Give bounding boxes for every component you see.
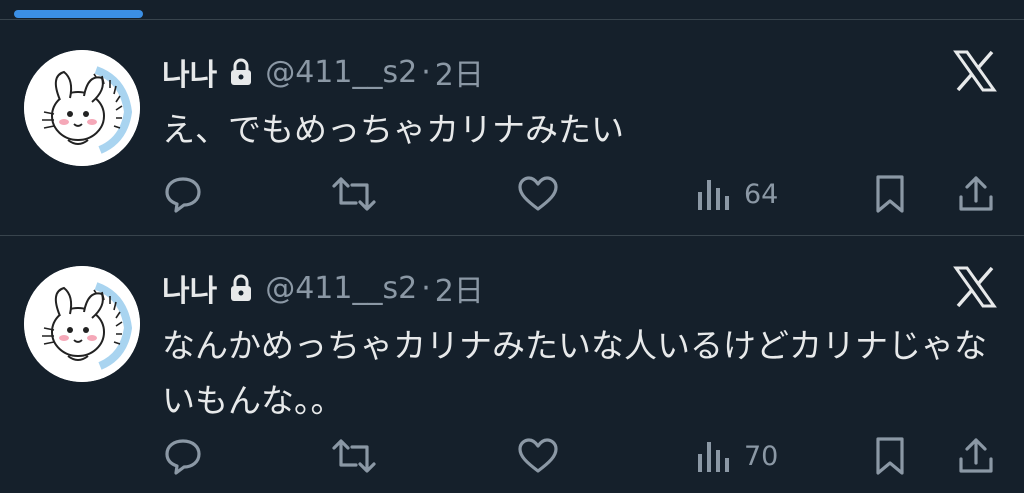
reply-button[interactable] <box>162 436 204 476</box>
views-icon <box>698 442 729 472</box>
bookmark-button[interactable] <box>872 436 908 476</box>
x-logo-icon <box>952 48 998 94</box>
view-count: 64 <box>744 178 779 210</box>
lock-icon <box>227 57 255 87</box>
tweet-header: 나나 @411__s2 · 2日 <box>162 50 484 94</box>
tweet-text: なんかめっちゃカリナみたいな人いるけどカリナじゃないもんな。。 <box>162 326 987 420</box>
share-icon <box>959 438 993 473</box>
handle[interactable]: @411__s2 <box>265 271 417 306</box>
tweet-header: 나나 @411__s2 · 2日 <box>162 266 484 310</box>
tweet-text: え、でもめっちゃカリナみたい <box>162 110 624 149</box>
display-name[interactable]: 나나 <box>162 50 217 94</box>
timestamp[interactable]: 2日 <box>435 50 484 94</box>
avatar-image <box>24 50 140 166</box>
retweet-icon <box>332 439 376 473</box>
timestamp[interactable]: 2日 <box>435 266 484 310</box>
heart-icon <box>518 438 558 473</box>
separator: · <box>421 270 431 306</box>
bookmark-button[interactable] <box>872 174 908 214</box>
views-icon <box>698 180 729 210</box>
view-count: 70 <box>744 440 779 472</box>
reply-icon <box>165 439 201 475</box>
handle[interactable]: @411__s2 <box>265 55 417 90</box>
action-bar: 64 <box>0 170 1024 220</box>
lock-icon <box>227 273 255 303</box>
like-button[interactable] <box>516 174 560 214</box>
bookmark-icon <box>876 437 904 475</box>
avatar[interactable] <box>24 266 140 382</box>
views-button[interactable]: 64 <box>694 174 778 214</box>
retweet-icon <box>332 177 376 211</box>
like-button[interactable] <box>516 436 560 476</box>
bookmark-icon <box>876 175 904 213</box>
tweet[interactable]: 나나 @411__s2 · 2日 え、でもめっちゃカリナみたい 64 <box>0 20 1024 235</box>
views-button[interactable]: 70 <box>694 436 778 476</box>
retweet-button[interactable] <box>330 174 378 214</box>
tweet[interactable]: 나나 @411__s2 · 2日 なんかめっちゃカリナみたいな人いるけどカリナじ… <box>0 236 1024 493</box>
display-name[interactable]: 나나 <box>162 266 217 310</box>
avatar-image <box>24 266 140 382</box>
retweet-button[interactable] <box>330 436 378 476</box>
avatar[interactable] <box>24 50 140 166</box>
separator: · <box>421 54 431 90</box>
x-logo-icon <box>952 264 998 310</box>
share-icon <box>959 176 993 211</box>
reply-button[interactable] <box>162 174 204 214</box>
scroll-indicator <box>14 10 143 18</box>
share-button[interactable] <box>956 436 996 476</box>
action-bar: 70 <box>0 432 1024 482</box>
reply-icon <box>165 177 201 213</box>
heart-icon <box>518 176 558 211</box>
share-button[interactable] <box>956 174 996 214</box>
